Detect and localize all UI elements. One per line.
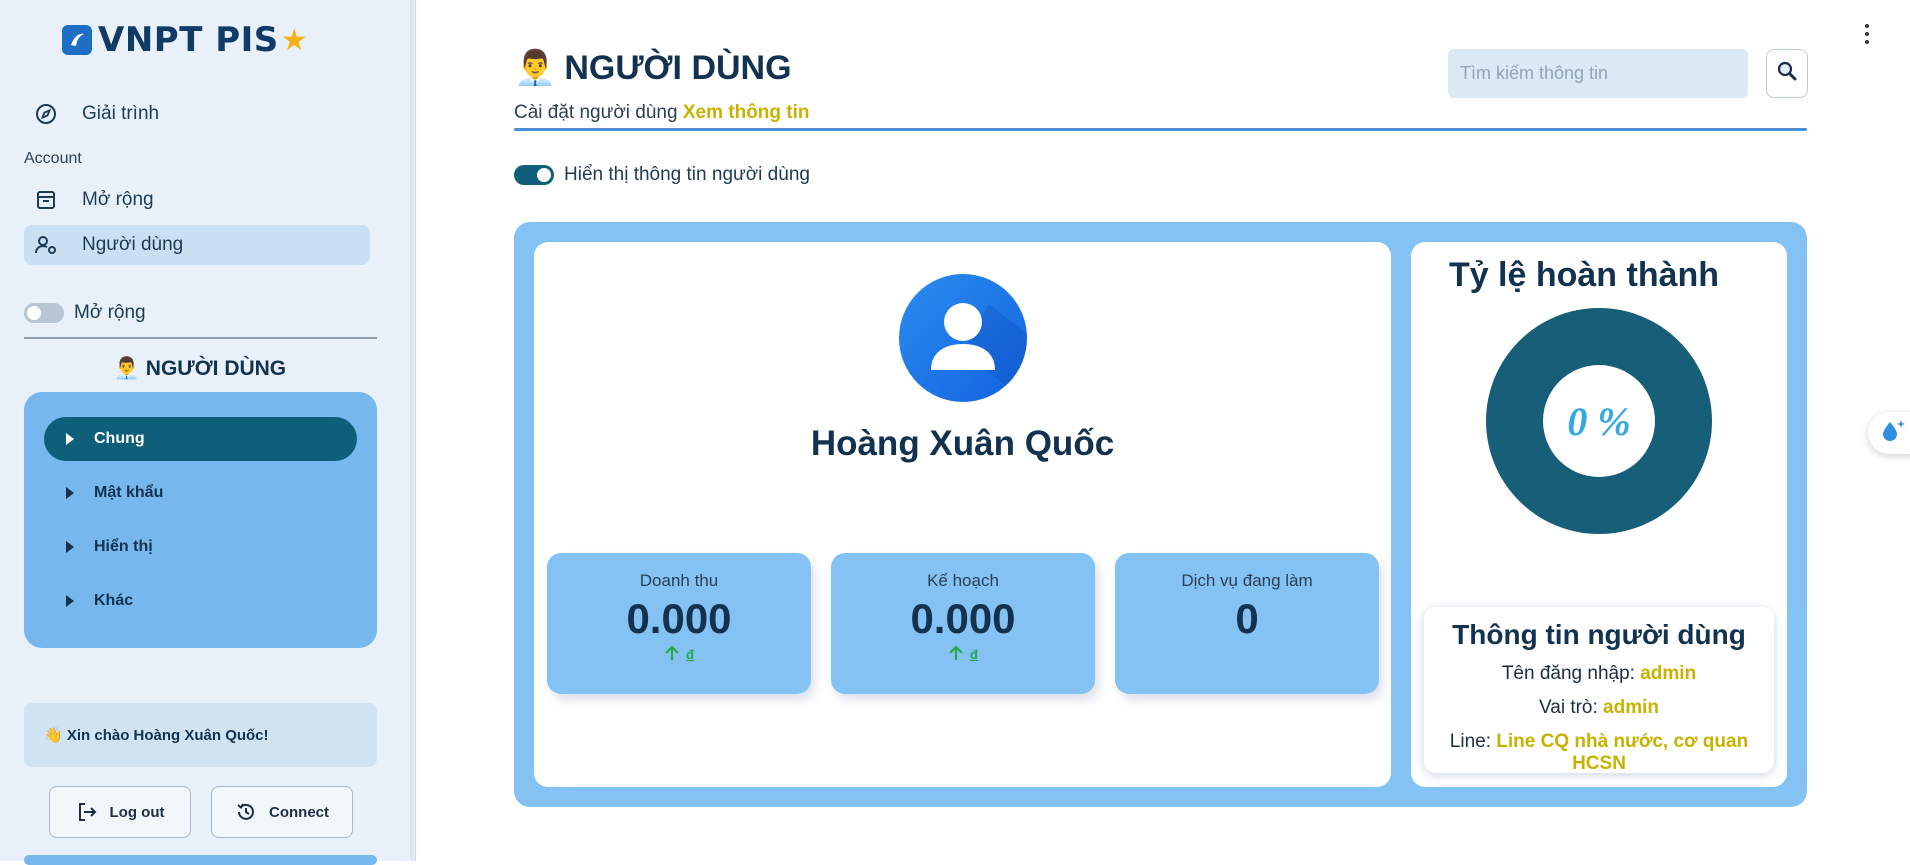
search-icon: [1776, 60, 1798, 87]
stat-card-plan: Kế hoạch 0.000 đ: [831, 553, 1095, 694]
currency-label: đ: [686, 647, 694, 662]
role-value: admin: [1603, 697, 1659, 718]
search-button[interactable]: [1766, 49, 1808, 98]
username-value: admin: [1640, 663, 1697, 684]
username-row: Tên đăng nhập: admin: [1424, 663, 1774, 685]
user-name: Hoàng Xuân Quốc: [810, 424, 1115, 463]
show-user-info-toggle-row[interactable]: Hiển thị thông tin người dùng: [514, 164, 810, 186]
currency-label: đ: [970, 647, 978, 662]
user-settings-icon: [34, 233, 58, 257]
menu-item-label: Hiển thị: [94, 538, 153, 555]
logout-button[interactable]: Log out: [49, 786, 191, 838]
sidebar-item-label: Mở rộng: [82, 189, 154, 210]
line-label: Line:: [1449, 731, 1491, 752]
line-value: Line CQ nhà nước, cơ quan HCSN: [1496, 731, 1749, 774]
role-row: Vai trò: admin: [1424, 697, 1774, 719]
menu-item-chung[interactable]: Chung: [44, 417, 357, 461]
expand-toggle[interactable]: [24, 303, 64, 323]
menu-item-mat-khau[interactable]: Mật khẩu: [44, 471, 357, 515]
show-user-info-label: Hiển thị thông tin người dùng: [564, 164, 810, 185]
logo-text: VNPT PIS: [98, 20, 279, 60]
more-menu-icon[interactable]: [1862, 24, 1872, 44]
star-icon: ★: [280, 23, 308, 57]
logout-icon: [76, 801, 98, 823]
stat-value: 0: [1235, 595, 1259, 642]
stat-trend: đ: [831, 645, 1095, 664]
stat-value: 0.000: [626, 595, 732, 642]
stat-label: Dịch vụ đang làm: [1181, 571, 1313, 590]
page-title: 👨‍💼 NGƯỜI DÙNG: [514, 48, 792, 88]
connect-button[interactable]: Connect: [211, 786, 353, 838]
header-underline: [514, 128, 1807, 131]
role-label: Vai trò:: [1538, 697, 1598, 718]
user-info-title: Thông tin người dùng: [1452, 619, 1746, 650]
page-title-text: NGƯỜI DÙNG: [564, 48, 792, 87]
menu-item-label: Khác: [94, 592, 134, 609]
connect-label: Connect: [269, 803, 329, 821]
stat-card-services: Dịch vụ đang làm 0: [1115, 553, 1379, 694]
expand-toggle-label: Mở rộng: [74, 302, 146, 323]
menu-item-label: Chung: [94, 430, 145, 447]
search-input[interactable]: [1448, 49, 1748, 98]
username-label: Tên đăng nhập:: [1501, 663, 1635, 684]
greeting-banner: 👋 Xin chào Hoàng Xuân Quốc!: [24, 703, 377, 767]
play-icon: [66, 487, 74, 499]
sidebar-item-label: Người dùng: [82, 234, 184, 255]
app-logo[interactable]: VNPT PIS ★: [62, 20, 308, 60]
settings-menu: Chung Mật khẩu Hiển thị Khác: [24, 392, 377, 648]
sidebar-divider: [24, 337, 377, 339]
completion-percent: 0 %: [1543, 365, 1655, 477]
subtitle-text: Cài đặt người dùng: [514, 102, 678, 123]
menu-item-hien-thi[interactable]: Hiển thị: [44, 525, 357, 569]
stat-label: Kế hoạch: [927, 571, 999, 590]
office-worker-icon: 👨‍💼: [514, 49, 557, 87]
completion-donut-chart: 0 %: [1486, 308, 1712, 534]
logout-label: Log out: [109, 803, 165, 821]
sidebar-section-title: 👨‍💼 NGƯỜI DÙNG: [113, 357, 287, 380]
stat-value: 0.000: [910, 595, 1016, 642]
sidebar-item-nguoi-dung[interactable]: Người dùng: [24, 225, 370, 265]
play-icon: [66, 541, 74, 553]
vnpt-logo-icon: [62, 25, 92, 55]
view-info-link[interactable]: Xem thông tin: [683, 102, 810, 123]
menu-item-khac[interactable]: Khác: [44, 579, 357, 623]
sidebar-item-label: Giải trình: [82, 103, 160, 124]
play-icon: [66, 433, 74, 445]
avatar: [899, 274, 1027, 402]
sidebar-item-mo-rong[interactable]: Mở rộng: [24, 180, 370, 220]
stat-trend: đ: [547, 645, 811, 664]
stat-label: Doanh thu: [639, 571, 719, 590]
archive-icon: [34, 188, 58, 212]
line-row: Line: Line CQ nhà nước, cơ quan HCSN: [1424, 731, 1774, 775]
compass-icon: [34, 102, 58, 126]
sparkle-drop-icon: [1878, 418, 1908, 449]
expand-toggle-row[interactable]: Mở rộng: [24, 302, 146, 324]
assistant-fab[interactable]: [1868, 412, 1910, 454]
sidebar-item-giai-trinh[interactable]: Giải trình: [24, 94, 370, 134]
arrow-up-icon: [948, 645, 964, 664]
completion-title: Tỷ lệ hoàn thành: [1448, 256, 1720, 294]
sidebar-shadow: [410, 0, 418, 861]
sidebar-bottom-bar: [24, 855, 377, 865]
account-section-label: Account: [24, 150, 82, 167]
arrow-up-icon: [664, 645, 680, 664]
history-icon: [235, 801, 257, 823]
page-subtitle: Cài đặt người dùng Xem thông tin: [514, 102, 810, 124]
menu-item-label: Mật khẩu: [94, 484, 164, 501]
stat-card-revenue: Doanh thu 0.000 đ: [547, 553, 811, 694]
user-info-card: Thông tin người dùng Tên đăng nhập: admi…: [1424, 607, 1774, 775]
play-icon: [66, 595, 74, 607]
show-user-info-toggle[interactable]: [514, 165, 554, 185]
